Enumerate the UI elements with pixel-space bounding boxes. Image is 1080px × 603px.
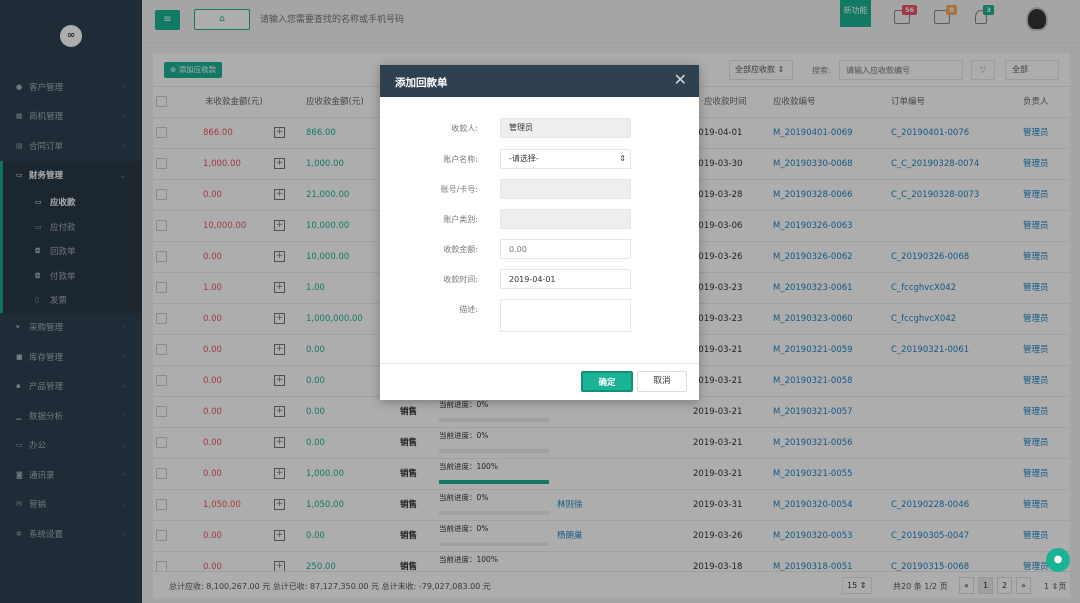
- close-icon[interactable]: ✕: [674, 70, 687, 89]
- account-row: 账户名称: -请选择- ⇕: [380, 149, 699, 171]
- description-label: 描述:: [459, 305, 478, 314]
- select-arrows-icon: ⇕: [619, 154, 626, 163]
- add-receipt-modal: 添加回款单 ✕ 收款人: 管理员 账户名称: -请选择- ⇕ 账号/卡号: 账户类…: [380, 65, 699, 400]
- amount-label: 收款金额:: [443, 245, 478, 254]
- date-input[interactable]: [500, 269, 631, 289]
- account-label: 账户名称:: [443, 155, 478, 164]
- description-row: 描述:: [380, 299, 699, 333]
- payee-row: 收款人: 管理员: [380, 118, 699, 140]
- payee-label: 收款人:: [451, 124, 478, 133]
- account-type-field: [500, 209, 631, 229]
- payee-field: 管理员: [500, 118, 631, 138]
- modal-footer: 确定 取消: [380, 363, 699, 400]
- card-number-field: [500, 179, 631, 199]
- account-type-label: 账户类别:: [443, 215, 478, 224]
- modal-title: 添加回款单: [395, 77, 448, 89]
- cancel-button[interactable]: 取消: [637, 371, 687, 392]
- account-type-row: 账户类别:: [380, 209, 699, 231]
- amount-input[interactable]: [500, 239, 631, 259]
- account-select[interactable]: -请选择- ⇕: [500, 149, 631, 169]
- amount-row: 收款金额:: [380, 239, 699, 261]
- date-row: 收款时间:: [380, 269, 699, 291]
- card-row: 账号/卡号:: [380, 179, 699, 201]
- confirm-button[interactable]: 确定: [581, 371, 633, 392]
- card-label: 账号/卡号:: [440, 185, 478, 194]
- modal-header: 添加回款单 ✕: [380, 65, 699, 97]
- description-textarea[interactable]: [500, 299, 631, 332]
- chat-icon[interactable]: ●: [1046, 548, 1070, 572]
- date-label: 收款时间:: [443, 275, 478, 284]
